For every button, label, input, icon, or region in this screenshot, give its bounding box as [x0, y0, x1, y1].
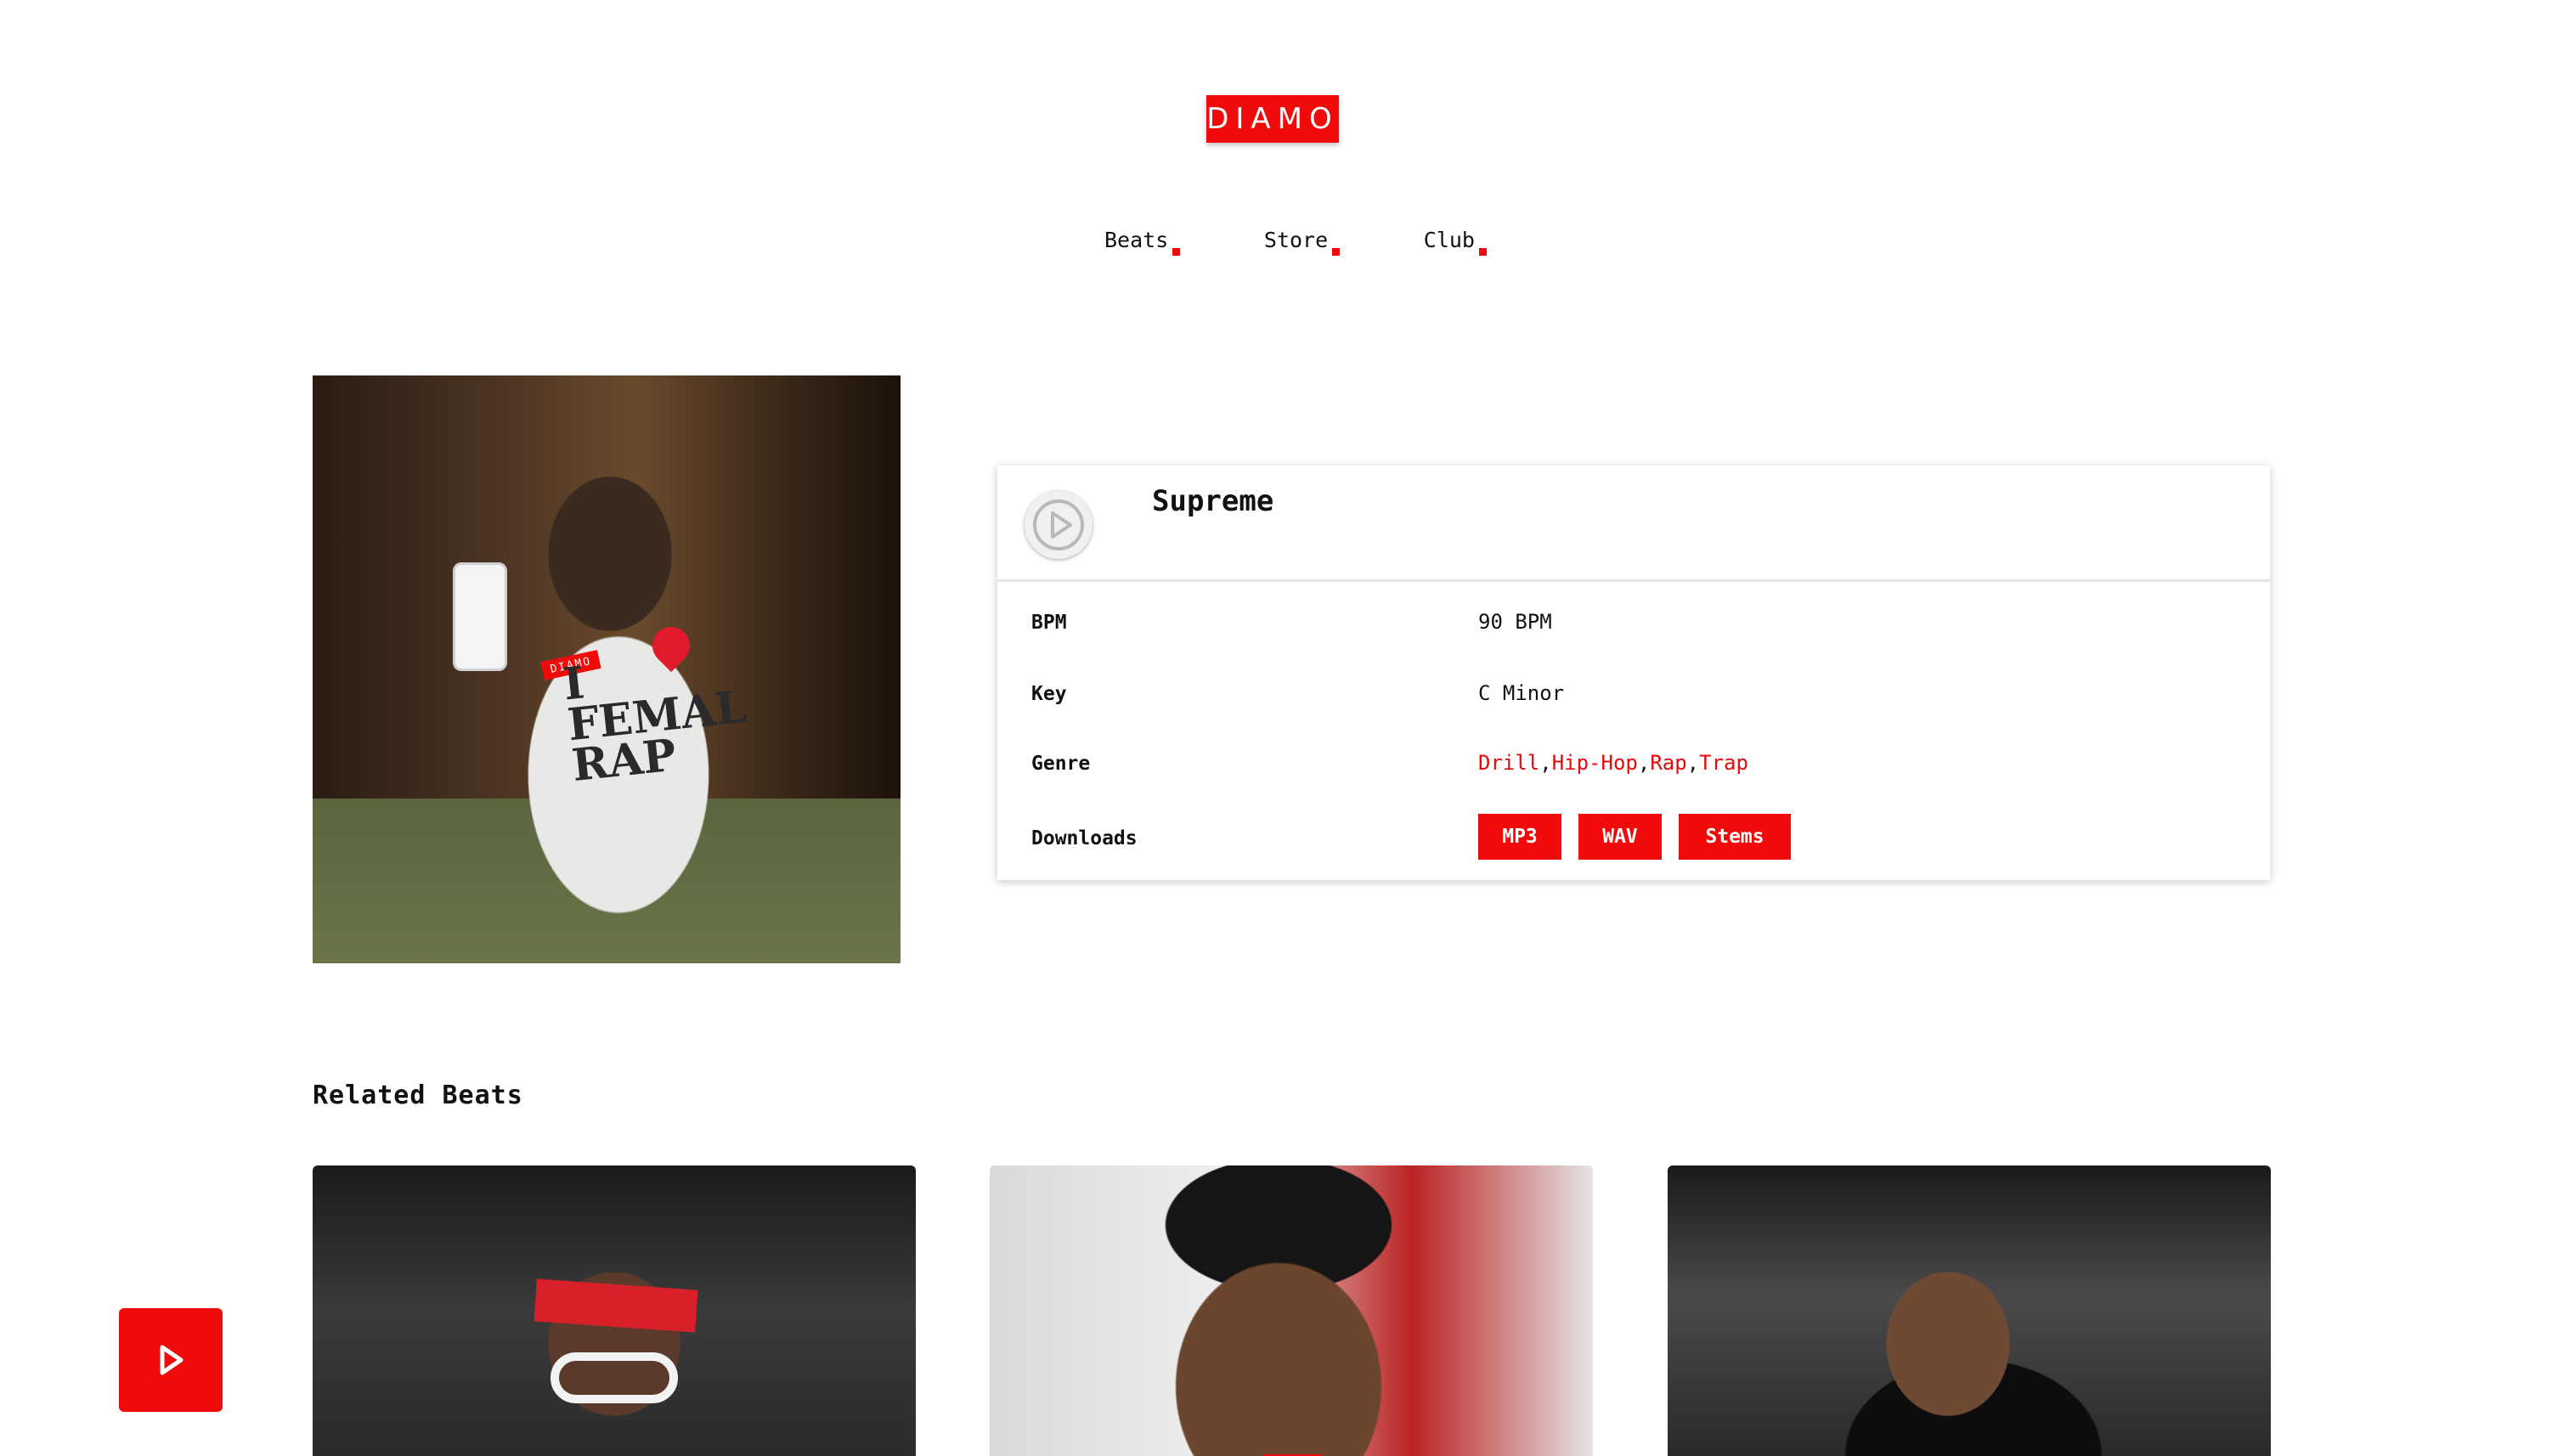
genre-link-rap[interactable]: Rap — [1650, 751, 1686, 775]
key-value: C Minor — [1478, 681, 1565, 705]
genre-link-hip-hop[interactable]: Hip-Hop — [1552, 751, 1638, 775]
floating-play-button[interactable] — [119, 1308, 223, 1412]
nav-dot — [1172, 247, 1181, 256]
play-circle-icon[interactable] — [1025, 491, 1093, 559]
download-mp3-button[interactable]: MP3 — [1478, 814, 1561, 860]
genre-separator: , — [1686, 751, 1700, 775]
downloads-label: Downloads — [1031, 827, 1138, 849]
related-beat-card[interactable] — [313, 1165, 916, 1456]
genre-link-drill[interactable]: Drill — [1478, 751, 1539, 775]
related-beat-card[interactable] — [1668, 1165, 2271, 1456]
beat-cover-image: DIAMO I FEMAL RAP — [313, 375, 901, 963]
play-icon — [160, 1345, 184, 1375]
brand-logo[interactable]: DIAMO — [1206, 95, 1339, 143]
genre-label: Genre — [1031, 753, 1091, 775]
genre-link-trap[interactable]: Trap — [1699, 751, 1748, 775]
bpm-label: BPM — [1031, 612, 1067, 634]
nav-dot — [1332, 247, 1341, 256]
nav-item-store[interactable]: Store — [1263, 227, 1341, 256]
main-nav: Beats Store Club — [1104, 223, 1487, 257]
beat-card-header: Supreme — [997, 466, 2270, 582]
beat-title: Supreme — [1152, 484, 1274, 518]
nav-item-label: Store — [1263, 227, 1329, 252]
genre-separator: , — [1539, 751, 1552, 775]
bpm-value: 90 BPM — [1478, 610, 1552, 634]
play-circle-icon-glyph — [1033, 499, 1084, 550]
nav-item-label: Beats — [1104, 227, 1169, 252]
cover-phone-graphic — [453, 562, 507, 671]
genre-list: Drill,Hip-Hop,Rap,Trap — [1478, 751, 1748, 775]
related-beat-card[interactable] — [990, 1165, 1593, 1456]
download-wav-button[interactable]: WAV — [1578, 814, 1662, 860]
cover-shirt-text: I FEMAL RAP — [561, 657, 749, 793]
beat-details-card: Supreme BPM 90 BPM Key C Minor Genre Dri… — [997, 466, 2270, 880]
genre-separator: , — [1637, 751, 1651, 775]
nav-item-club[interactable]: Club — [1423, 227, 1487, 256]
related-beats-heading: Related Beats — [313, 1081, 523, 1110]
nav-dot — [1479, 247, 1487, 256]
thumb-headband-graphic — [534, 1278, 698, 1333]
nav-item-beats[interactable]: Beats — [1104, 227, 1181, 256]
nav-item-label: Club — [1423, 227, 1475, 252]
key-label: Key — [1031, 683, 1067, 705]
thumb-glasses-graphic — [550, 1352, 678, 1403]
download-stems-button[interactable]: Stems — [1679, 814, 1791, 860]
